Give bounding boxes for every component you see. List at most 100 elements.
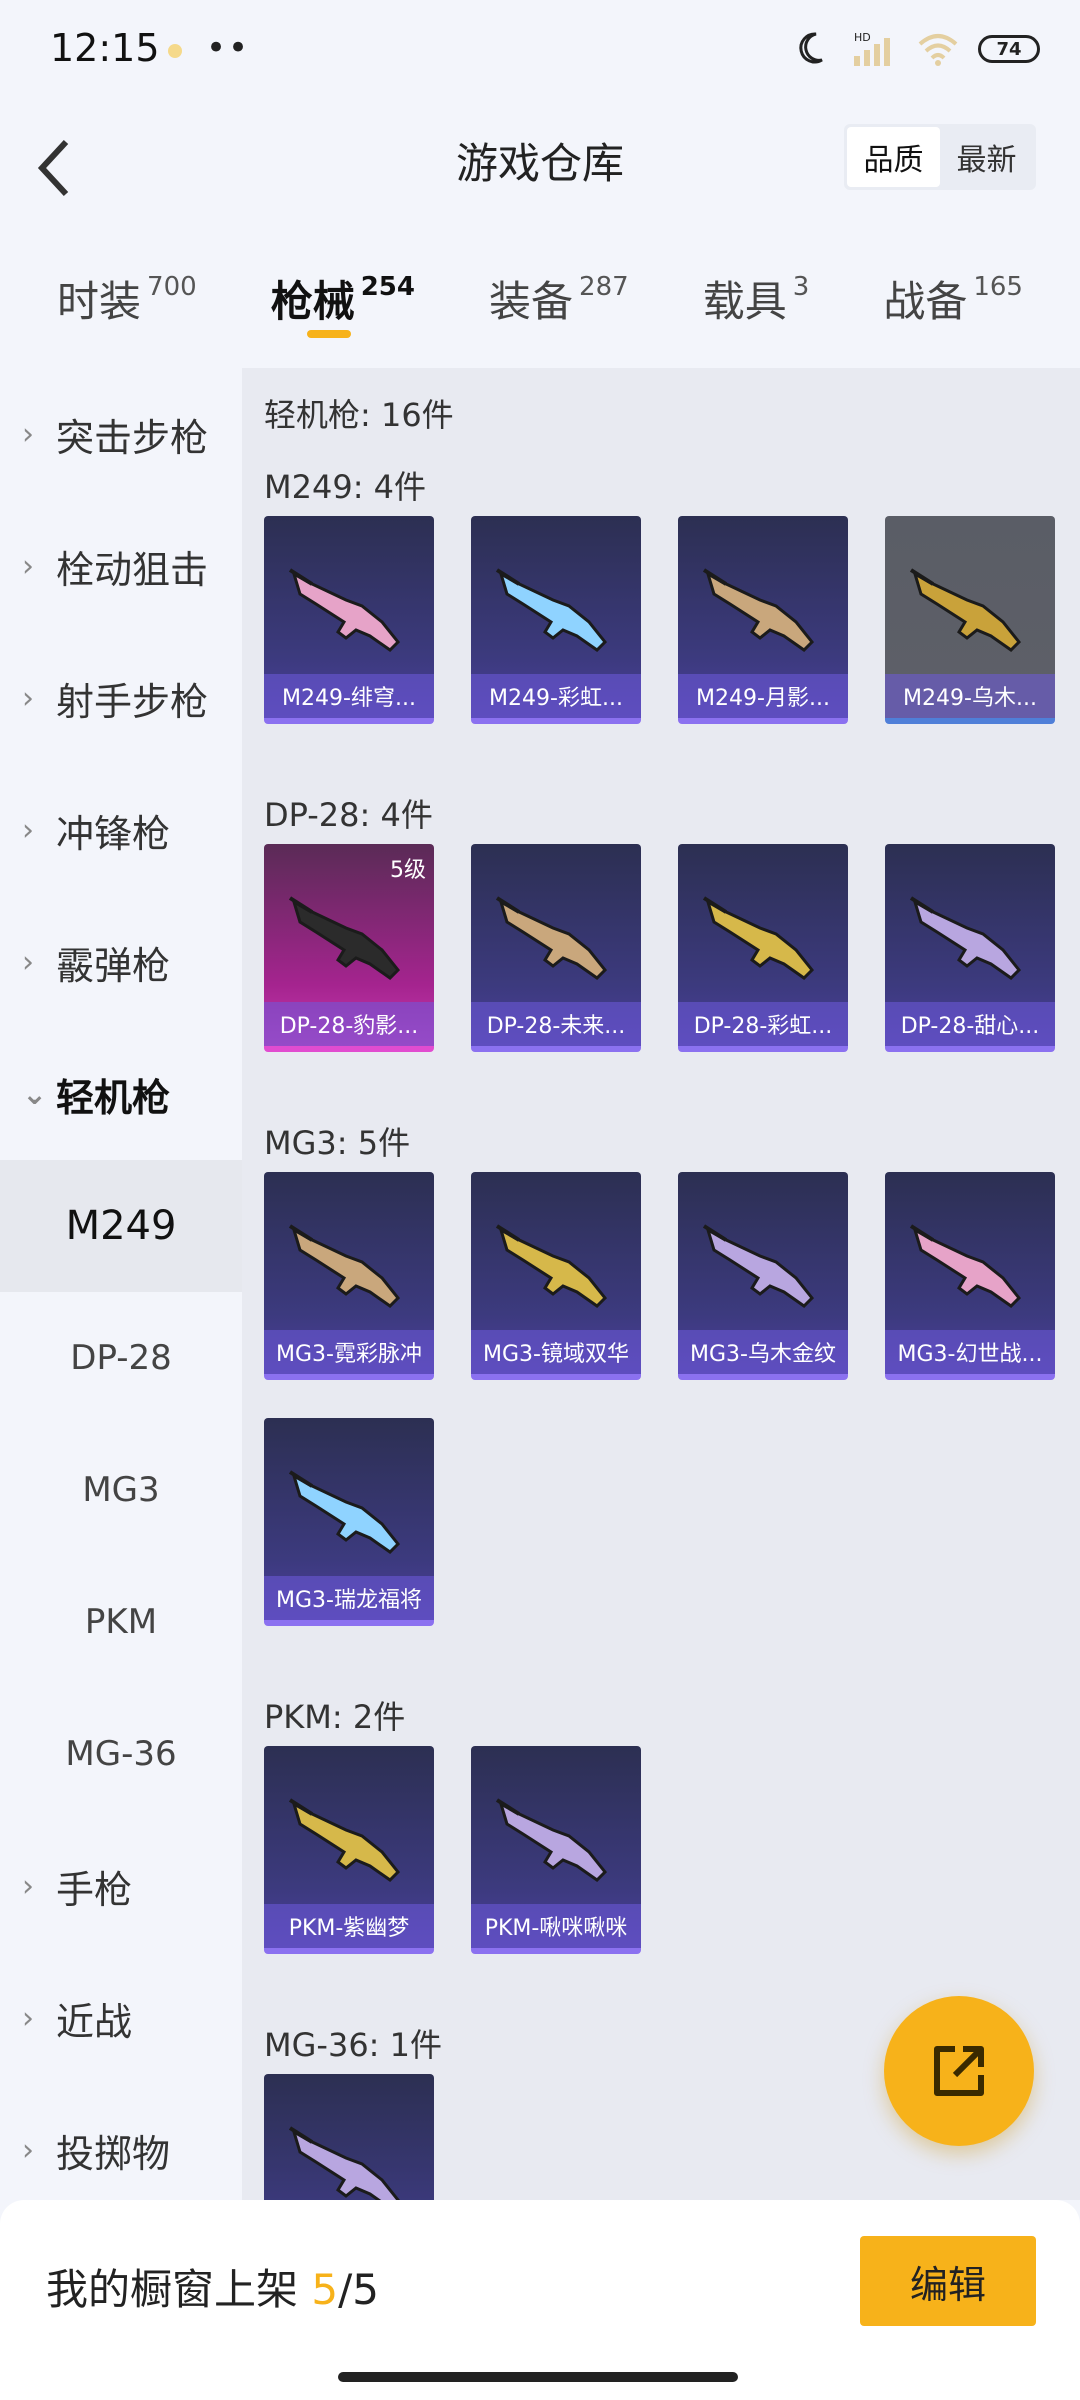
sidebar-item-marksman-rifle[interactable]: › 射手步枪 [0,632,242,764]
header: 游戏仓库 品质 最新 [0,110,1080,240]
item-groups: M249: 4件 M249-绯穹... M249-彩虹... M249-月影... M2… [264,462,1080,2200]
tab-equipment[interactable]: 装备 287 [489,250,629,360]
weapon-icon [702,1224,815,1308]
group-title: DP-28: 4件 [264,796,433,834]
sidebar-item-assault-rifle[interactable]: › 突击步枪 [0,368,242,500]
weapon-skin-card[interactable]: DP-28-未来... [471,844,641,1052]
weapon-skin-name: MG3-镜域双华 [471,1330,641,1374]
sidebar-subitem-mg3[interactable]: MG3 [0,1424,242,1556]
home-indicator[interactable] [338,2372,738,2382]
weapon-icon [495,1224,608,1308]
weapon-icon [495,568,608,652]
group-title: MG3: 5件 [264,1124,411,1162]
status-icons: HD 74 [796,30,1040,68]
tab-outfits[interactable]: 时装 700 [57,250,197,360]
tab-label: 枪械 [270,277,355,326]
weapon-skin-card[interactable]: M249-绯穹... [264,516,434,724]
signal-icon: HD [854,31,890,66]
sort-quality-button[interactable]: 品质 [847,127,940,187]
weapon-icon [909,896,1022,980]
weapon-skin-card[interactable]: M249-月影... [678,516,848,724]
sidebar-item-lmg[interactable]: ⌄ 轻机枪 [0,1028,242,1160]
tab-supplies[interactable]: 战备 165 [883,250,1023,360]
share-button[interactable] [884,1996,1034,2146]
chevron-right-icon: › [22,680,34,716]
showcase-total: /5 [338,2265,379,2314]
weapon-skin-name: M249-彩虹... [471,674,641,718]
item-list[interactable]: 轻机枪: 16件 M249: 4件 M249-绯穹... M249-彩虹... M24… [242,368,1080,2200]
weapon-skin-card[interactable]: 5级 DP-28-豹影... [264,844,434,1052]
weapon-skin-card[interactable]: DP-28-彩虹... [678,844,848,1052]
tab-label: 战备 [883,277,968,326]
weapon-skin-card[interactable]: M249-彩虹... [471,516,641,724]
weapon-skin-name: MG3-幻世战... [885,1330,1055,1374]
chevron-right-icon: › [22,2000,34,2036]
sidebar-item-smg[interactable]: › 冲锋枪 [0,764,242,896]
weapon-icon [495,1798,608,1882]
weapon-skin-name: M249-乌木... [885,674,1055,718]
item-grid: 5级 DP-28-豹影... DP-28-未来... DP-28-彩虹... DP-28… [264,844,1080,1090]
tab-label: 装备 [489,277,574,326]
sidebar-item-label: 近战 [56,1999,133,2044]
edit-button[interactable]: 编辑 [860,2236,1036,2326]
sidebar-item-melee[interactable]: › 近战 [0,1952,242,2084]
notification-dot-icon [168,44,182,58]
weapon-icon [702,896,815,980]
chevron-right-icon: › [22,548,34,584]
weapon-type-sidebar: › 突击步枪 › 栓动狙击 › 射手步枪 › 冲锋枪 › 霰弹枪 ⌄ 轻机枪 M249 DP… [0,368,242,2200]
sidebar-subitem-m249[interactable]: M249 [0,1160,242,1292]
showcase-bar: 我的橱窗上架 5/5 编辑 [0,2200,1080,2400]
sidebar-item-label: 投掷物 [56,2131,171,2176]
chevron-right-icon: › [22,416,34,452]
weapon-icon [288,2126,400,2200]
weapon-skin-card[interactable]: PKM-啾咪啾咪 [471,1746,641,1954]
sort-latest-button[interactable]: 最新 [940,127,1033,187]
weapon-icon [288,896,401,980]
sidebar-subitem-dp28[interactable]: DP-28 [0,1292,242,1424]
weapon-skin-card[interactable]: MG3-幻世战... [885,1172,1055,1380]
weapon-icon [909,1224,1022,1308]
weapon-skin-card[interactable]: MG3-镜域双华 [471,1172,641,1380]
sidebar-item-shotgun[interactable]: › 霰弹枪 [0,896,242,1028]
weapon-skin-card[interactable]: MG3-乌木金纹 [678,1172,848,1380]
tab-label: 载具 [702,277,787,326]
chevron-right-icon: › [22,2132,34,2168]
wifi-icon [918,34,958,66]
weapon-skin-card[interactable]: M249-乌木... [885,516,1055,724]
weapon-skin-name: DP-28-未来... [471,1002,641,1046]
showcase-current: 5 [311,2265,339,2314]
weapon-skin-name: PKM-紫幽梦 [264,1904,434,1948]
tab-count: 700 [147,272,197,302]
sidebar-subitem-pkm[interactable]: PKM [0,1556,242,1688]
chevron-right-icon: › [22,944,34,980]
sidebar-subitem-mg36[interactable]: MG-36 [0,1688,242,1820]
moon-icon [799,32,823,64]
chevron-right-icon: › [22,1868,34,1904]
weapon-skin-name: DP-28-甜心... [885,1002,1055,1046]
weapon-skin-name: M249-绯穹... [264,674,434,718]
item-grid: M249-绯穹... M249-彩虹... M249-月影... M249-乌木... [264,516,1080,762]
sidebar-item-label: 轻机枪 [56,1075,171,1120]
weapon-skin-name: PKM-啾咪啾咪 [471,1904,641,1948]
sidebar-item-bolt-sniper[interactable]: › 栓动狙击 [0,500,242,632]
weapon-icon [495,896,608,980]
weapon-skin-name: MG3-霓彩脉冲 [264,1330,434,1374]
status-bar: 12:15 •• HD 74 [0,0,1080,110]
sidebar-item-pistol[interactable]: › 手枪 [0,1820,242,1952]
weapon-skin-card[interactable]: MG-36-凌霄... [264,2074,434,2200]
weapon-skin-card[interactable]: PKM-紫幽梦 [264,1746,434,1954]
tab-firearms[interactable]: 枪械 254 [271,250,415,360]
tab-vehicles[interactable]: 载具 3 [703,250,810,360]
weapon-skin-card[interactable]: MG3-霓彩脉冲 [264,1172,434,1380]
tab-count: 3 [792,272,810,302]
sidebar-item-throwables[interactable]: › 投掷物 [0,2084,242,2216]
svg-text:HD: HD [854,31,871,44]
chevron-down-icon: ⌄ [22,1076,48,1112]
tab-label: 时装 [57,277,142,326]
weapon-skin-card[interactable]: MG3-瑞龙福将 [264,1418,434,1626]
status-time: 12:15 [50,26,160,70]
more-notifications-icon: •• [206,28,251,68]
weapon-skin-card[interactable]: DP-28-甜心... [885,844,1055,1052]
showcase-text: 我的橱窗上架 [46,2265,299,2314]
chevron-right-icon: › [22,812,34,848]
